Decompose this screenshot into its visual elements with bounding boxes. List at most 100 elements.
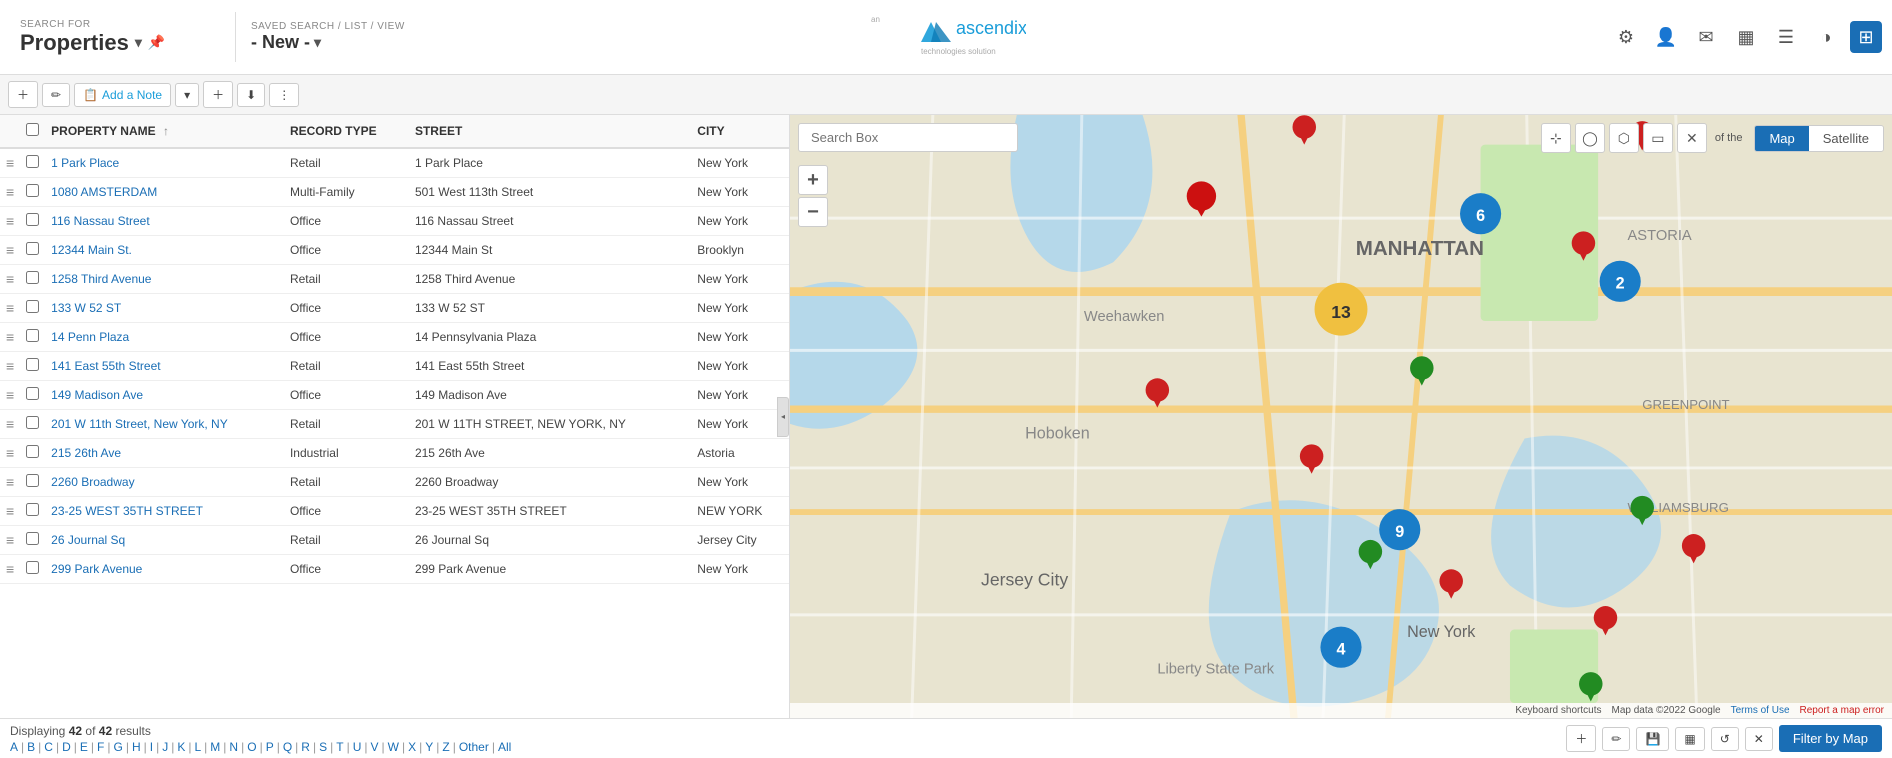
alphabet-n[interactable]: N xyxy=(229,740,238,754)
property-link[interactable]: 1080 AMSTERDAM xyxy=(51,185,157,199)
row-checkbox[interactable] xyxy=(26,329,39,342)
alphabet-d[interactable]: D xyxy=(62,740,71,754)
bottom-save-btn[interactable]: 💾 xyxy=(1636,727,1669,751)
table-wrapper[interactable]: PROPERTY NAME ↑ RECORD TYPE STREET CITY … xyxy=(0,115,789,718)
bottom-grid-btn[interactable]: ▦ xyxy=(1675,727,1704,751)
alphabet-k[interactable]: K xyxy=(177,740,185,754)
property-link[interactable]: 14 Penn Plaza xyxy=(51,330,129,344)
zoom-in-btn[interactable]: + xyxy=(798,165,828,195)
alphabet-other[interactable]: Other xyxy=(459,740,489,754)
terms-of-use[interactable]: Terms of Use xyxy=(1731,705,1790,716)
row-menu-icon[interactable]: ≡ xyxy=(6,503,14,519)
property-link[interactable]: 141 East 55th Street xyxy=(51,359,160,373)
alphabet-e[interactable]: E xyxy=(80,740,88,754)
toolbar-edit-btn[interactable]: ✏ xyxy=(42,83,70,107)
row-menu-icon[interactable]: ≡ xyxy=(6,155,14,171)
row-menu-icon[interactable]: ≡ xyxy=(6,271,14,287)
toolbar-plus-btn[interactable]: ＋ xyxy=(8,81,38,108)
toolbar-note-btn[interactable]: 📋 Add a Note xyxy=(74,83,171,107)
bottom-refresh-btn[interactable]: ↺ xyxy=(1711,727,1739,751)
row-checkbox[interactable] xyxy=(26,474,39,487)
alphabet-t[interactable]: T xyxy=(336,740,343,754)
grid-icon[interactable]: ▦ xyxy=(1730,21,1762,53)
alphabet-b[interactable]: B xyxy=(27,740,35,754)
zoom-out-btn[interactable]: − xyxy=(798,197,828,227)
property-link[interactable]: 215 26th Ave xyxy=(51,446,121,460)
mail-icon[interactable]: ✉ xyxy=(1690,21,1722,53)
alphabet-s[interactable]: S xyxy=(319,740,327,754)
alphabet-f[interactable]: F xyxy=(97,740,104,754)
toolbar-dropdown-btn[interactable]: ▾ xyxy=(175,83,199,107)
col-property-name[interactable]: PROPERTY NAME ↑ xyxy=(45,115,284,148)
bottom-close-btn[interactable]: ✕ xyxy=(1745,727,1773,751)
alphabet-w[interactable]: W xyxy=(388,740,399,754)
row-checkbox[interactable] xyxy=(26,532,39,545)
pin-icon[interactable]: 📌 xyxy=(148,34,165,51)
collapse-handle[interactable]: ◂ xyxy=(777,397,789,437)
row-menu-icon[interactable]: ≡ xyxy=(6,300,14,316)
alphabet-p[interactable]: P xyxy=(266,740,274,754)
properties-dropdown-icon[interactable]: ▾ xyxy=(135,34,142,51)
property-link[interactable]: 1258 Third Avenue xyxy=(51,272,151,286)
row-checkbox[interactable] xyxy=(26,184,39,197)
bottom-edit-btn[interactable]: ✏ xyxy=(1602,727,1630,751)
property-link[interactable]: 12344 Main St. xyxy=(51,243,132,257)
map-type-satellite-btn[interactable]: Satellite xyxy=(1809,126,1883,151)
row-checkbox[interactable] xyxy=(26,242,39,255)
row-menu-icon[interactable]: ≡ xyxy=(6,532,14,548)
map-tool-circle[interactable]: ◯ xyxy=(1575,123,1605,153)
bottom-plus-btn[interactable]: ＋ xyxy=(1566,725,1596,752)
map-search-input[interactable] xyxy=(798,123,1018,152)
alphabet-l[interactable]: L xyxy=(194,740,201,754)
property-link[interactable]: 1 Park Place xyxy=(51,156,119,170)
app-icon[interactable]: ⊞ xyxy=(1850,21,1882,53)
report-map-error[interactable]: Report a map error xyxy=(1800,705,1884,716)
property-link[interactable]: 26 Journal Sq xyxy=(51,533,125,547)
toolbar-more-btn[interactable]: ⋮ xyxy=(269,83,299,107)
alphabet-m[interactable]: M xyxy=(210,740,220,754)
property-link[interactable]: 299 Park Avenue xyxy=(51,562,142,576)
keyboard-shortcuts[interactable]: Keyboard shortcuts xyxy=(1515,705,1601,716)
row-checkbox[interactable] xyxy=(26,213,39,226)
menu-icon[interactable]: ☰ xyxy=(1770,21,1802,53)
select-all-checkbox[interactable] xyxy=(26,123,39,136)
row-checkbox[interactable] xyxy=(26,561,39,574)
row-menu-icon[interactable]: ≡ xyxy=(6,416,14,432)
row-menu-icon[interactable]: ≡ xyxy=(6,329,14,345)
toolbar-download-btn[interactable]: ⬇ xyxy=(237,83,265,107)
alphabet-i[interactable]: I xyxy=(150,740,153,754)
row-menu-icon[interactable]: ≡ xyxy=(6,213,14,229)
row-checkbox[interactable] xyxy=(26,445,39,458)
property-link[interactable]: 149 Madison Ave xyxy=(51,388,143,402)
alphabet-u[interactable]: U xyxy=(353,740,362,754)
row-menu-icon[interactable]: ≡ xyxy=(6,242,14,258)
map-type-map-btn[interactable]: Map xyxy=(1755,126,1808,151)
alphabet-c[interactable]: C xyxy=(44,740,53,754)
property-link[interactable]: 133 W 52 ST xyxy=(51,301,121,315)
alphabet-a[interactable]: A xyxy=(10,740,18,754)
row-checkbox[interactable] xyxy=(26,358,39,371)
chart-icon[interactable]: ◑ xyxy=(1810,21,1842,53)
alphabet-z[interactable]: Z xyxy=(442,740,449,754)
saved-search-dropdown-icon[interactable]: ▾ xyxy=(314,34,321,51)
filter-by-map-btn[interactable]: Filter by Map xyxy=(1779,725,1882,752)
alphabet-all[interactable]: All xyxy=(498,740,511,754)
alphabet-q[interactable]: Q xyxy=(283,740,292,754)
alphabet-r[interactable]: R xyxy=(301,740,310,754)
alphabet-y[interactable]: Y xyxy=(425,740,433,754)
row-menu-icon[interactable]: ≡ xyxy=(6,474,14,490)
map-tool-cursor[interactable]: ⊹ xyxy=(1541,123,1571,153)
user-icon[interactable]: 👤 xyxy=(1650,21,1682,53)
map-tool-poly[interactable]: ⬡ xyxy=(1609,123,1639,153)
alphabet-v[interactable]: V xyxy=(371,740,379,754)
row-menu-icon[interactable]: ≡ xyxy=(6,358,14,374)
map-tool-rect[interactable]: ▭ xyxy=(1643,123,1673,153)
row-checkbox[interactable] xyxy=(26,503,39,516)
property-link[interactable]: 116 Nassau Street xyxy=(51,214,150,228)
settings-icon[interactable]: ⚙ xyxy=(1610,21,1642,53)
row-checkbox[interactable] xyxy=(26,300,39,313)
row-menu-icon[interactable]: ≡ xyxy=(6,445,14,461)
property-link[interactable]: 2260 Broadway xyxy=(51,475,134,489)
alphabet-h[interactable]: H xyxy=(132,740,141,754)
row-menu-icon[interactable]: ≡ xyxy=(6,561,14,577)
